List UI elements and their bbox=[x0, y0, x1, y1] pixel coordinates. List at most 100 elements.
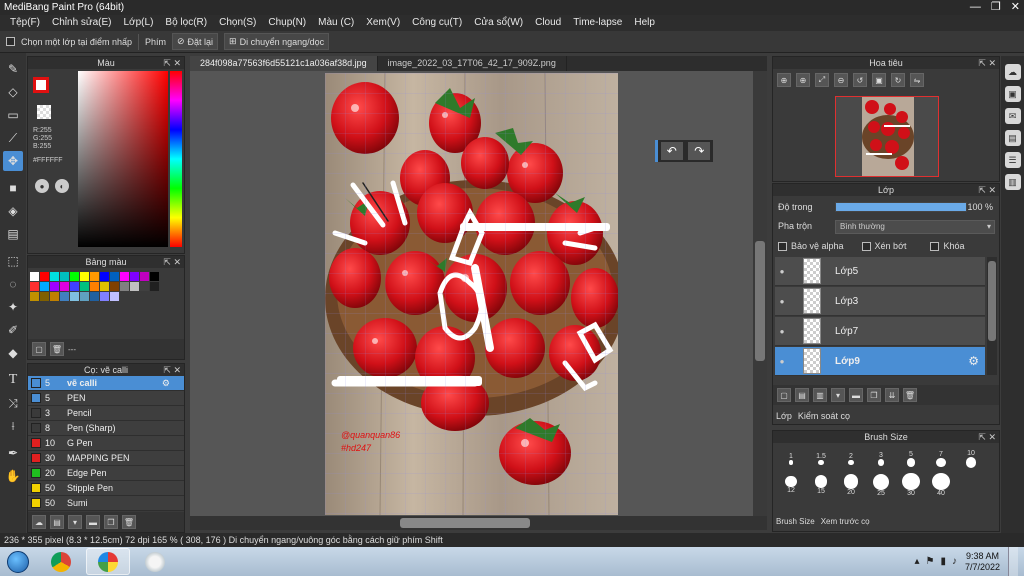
layer-panel-icon[interactable]: ▥ bbox=[1004, 174, 1021, 190]
color-palette-icon[interactable]: ◐ bbox=[55, 179, 69, 193]
gear-icon[interactable]: ⚙ bbox=[162, 378, 170, 389]
text-tool-icon[interactable]: T bbox=[3, 370, 23, 390]
select-layer-checkbox[interactable] bbox=[6, 37, 15, 46]
cloud-icon[interactable]: ☁ bbox=[1004, 64, 1021, 80]
artwork-canvas[interactable]: @quanquan86 #hd247 bbox=[325, 73, 618, 515]
brush-size-option[interactable]: 1 bbox=[777, 447, 805, 471]
palette-swatch[interactable] bbox=[40, 292, 49, 301]
palette-swatch[interactable] bbox=[60, 282, 69, 291]
undo-icon[interactable]: ↶ bbox=[660, 142, 683, 160]
maximize-button[interactable]: ❐ bbox=[991, 0, 1001, 15]
brush-folder-icon[interactable]: ▬ bbox=[86, 515, 100, 529]
palette-swatch[interactable] bbox=[70, 292, 79, 301]
menu-help[interactable]: Help bbox=[628, 15, 661, 31]
clip-checkbox[interactable] bbox=[861, 241, 871, 251]
palette-swatch[interactable] bbox=[80, 272, 89, 281]
palette-swatch[interactable] bbox=[150, 272, 159, 281]
panel-controls-icon[interactable]: ⇱ ✕ bbox=[163, 364, 181, 376]
move-tool-icon[interactable]: ✥ bbox=[3, 151, 23, 171]
add-palette-icon[interactable]: ▢ bbox=[32, 342, 46, 356]
taskbar-chrome[interactable] bbox=[39, 548, 83, 575]
fit-icon[interactable]: ⤢ bbox=[815, 73, 829, 87]
tab-brush-control[interactable]: Kiểm soát cọ bbox=[798, 411, 850, 421]
opacity-slider[interactable] bbox=[835, 202, 967, 212]
eraser-tool-icon[interactable]: ◇ bbox=[3, 82, 23, 102]
visibility-icon[interactable]: ● bbox=[775, 267, 789, 276]
volume-icon[interactable]: ♪ bbox=[952, 556, 957, 567]
menu-timelapse[interactable]: Time-lapse bbox=[567, 15, 628, 31]
background-color-swatch[interactable] bbox=[37, 105, 51, 119]
select-eraser-tool-icon[interactable]: ◆ bbox=[3, 343, 23, 363]
brush-list-item[interactable]: 50 Stipple Pen bbox=[28, 481, 184, 496]
magic-wand-tool-icon[interactable]: ✦ bbox=[3, 297, 23, 317]
start-button[interactable] bbox=[0, 547, 36, 576]
visibility-icon[interactable]: ● bbox=[775, 357, 789, 366]
palette-swatch[interactable] bbox=[110, 292, 119, 301]
palette-swatch[interactable] bbox=[100, 272, 109, 281]
operation-tool-icon[interactable]: ⤨ bbox=[3, 393, 23, 413]
security-icon[interactable]: ⚑ bbox=[925, 556, 934, 567]
palette-swatch[interactable] bbox=[110, 282, 119, 291]
hue-slider[interactable] bbox=[170, 71, 182, 247]
delete-palette-icon[interactable]: 🗑 bbox=[50, 342, 64, 356]
palette-swatch[interactable] bbox=[140, 282, 149, 291]
palette-swatch[interactable] bbox=[50, 282, 59, 291]
new-layer-icon[interactable]: ▢ bbox=[777, 388, 791, 402]
hand-tool-icon[interactable]: ✋ bbox=[3, 466, 23, 486]
add-brush-icon[interactable]: ▤ bbox=[50, 515, 64, 529]
flip-icon[interactable]: ⇋ bbox=[910, 73, 924, 87]
palette-swatch[interactable] bbox=[30, 292, 39, 301]
canvas-horizontal-scrollbar[interactable] bbox=[190, 516, 767, 530]
move-hv-button[interactable]: ⊞ Di chuyển ngang/dọc bbox=[224, 33, 330, 50]
network-icon[interactable]: ▮ bbox=[940, 556, 946, 567]
palette-swatch[interactable] bbox=[50, 292, 59, 301]
brush-size-option[interactable]: 3 bbox=[867, 447, 895, 471]
gradient-tool-icon[interactable]: ▤ bbox=[3, 224, 23, 244]
menu-file[interactable]: Tệp(F) bbox=[4, 15, 46, 31]
merge-layer-icon[interactable]: ⇊ bbox=[885, 388, 899, 402]
lock-checkbox[interactable] bbox=[930, 241, 940, 251]
horizontal-scroll-thumb[interactable] bbox=[400, 518, 530, 528]
dot-tool-icon[interactable]: ⟋ bbox=[3, 128, 23, 148]
foreground-color-swatch[interactable] bbox=[33, 77, 49, 93]
add-menu-icon[interactable]: ▾ bbox=[831, 388, 845, 402]
brush-list-item[interactable]: 30 MAPPING PEN bbox=[28, 451, 184, 466]
brush-size-option[interactable]: 7 bbox=[927, 447, 955, 471]
layer-scroll-thumb[interactable] bbox=[988, 261, 996, 341]
palette-swatch[interactable] bbox=[80, 282, 89, 291]
palette-swatch[interactable] bbox=[150, 282, 159, 291]
brush-size-option[interactable]: 25 bbox=[867, 473, 895, 497]
reset-button[interactable]: ⊘ Đặt lại bbox=[171, 33, 219, 50]
brush-cloud-icon[interactable]: ☁ bbox=[32, 515, 46, 529]
palette-swatch[interactable] bbox=[40, 282, 49, 291]
gear-icon[interactable]: ⚙ bbox=[968, 354, 979, 368]
actual-size-icon[interactable]: ▣ bbox=[872, 73, 886, 87]
brush-size-option[interactable]: 2 bbox=[837, 447, 865, 471]
palette-swatch[interactable] bbox=[30, 272, 39, 281]
menu-filter[interactable]: Bộ lọc(R) bbox=[159, 15, 213, 31]
layer-row[interactable]: ● Lớp3 bbox=[775, 287, 985, 316]
palette-swatch[interactable] bbox=[140, 272, 149, 281]
tab-document-1[interactable]: 284f098a77563f6d55121c1a036af38d.jpg bbox=[190, 56, 378, 71]
brush-list-item[interactable]: 50 Sumi bbox=[28, 496, 184, 511]
eyedropper-tool-icon[interactable]: ⟊ bbox=[3, 416, 23, 436]
taskbar-medibang[interactable] bbox=[86, 548, 130, 575]
rotate-left-icon[interactable]: ↺ bbox=[853, 73, 867, 87]
palette-swatch[interactable] bbox=[60, 272, 69, 281]
palette-swatch[interactable] bbox=[70, 282, 79, 291]
color-wheel-icon[interactable]: ● bbox=[35, 179, 49, 193]
redo-icon[interactable]: ↷ bbox=[688, 142, 711, 160]
brush-menu-icon[interactable]: ▾ bbox=[68, 515, 82, 529]
comment-icon[interactable]: ✉ bbox=[1004, 108, 1021, 124]
close-button[interactable]: ✕ bbox=[1011, 0, 1020, 15]
list-icon[interactable]: ☰ bbox=[1004, 152, 1021, 168]
brush-size-option[interactable]: 12 bbox=[777, 473, 805, 497]
duplicate-layer-icon[interactable]: ❐ bbox=[867, 388, 881, 402]
zoom-in-icon[interactable]: ⊕ bbox=[777, 73, 791, 87]
navigator-preview[interactable] bbox=[835, 96, 939, 177]
tab-brush-size[interactable]: Brush Size bbox=[776, 517, 815, 531]
palette-swatch[interactable] bbox=[80, 292, 89, 301]
zoom-in-2-icon[interactable]: ⊕ bbox=[796, 73, 810, 87]
blend-mode-select[interactable]: Bình thường ▾ bbox=[835, 220, 995, 234]
brush-size-option[interactable]: 15 bbox=[807, 473, 835, 497]
